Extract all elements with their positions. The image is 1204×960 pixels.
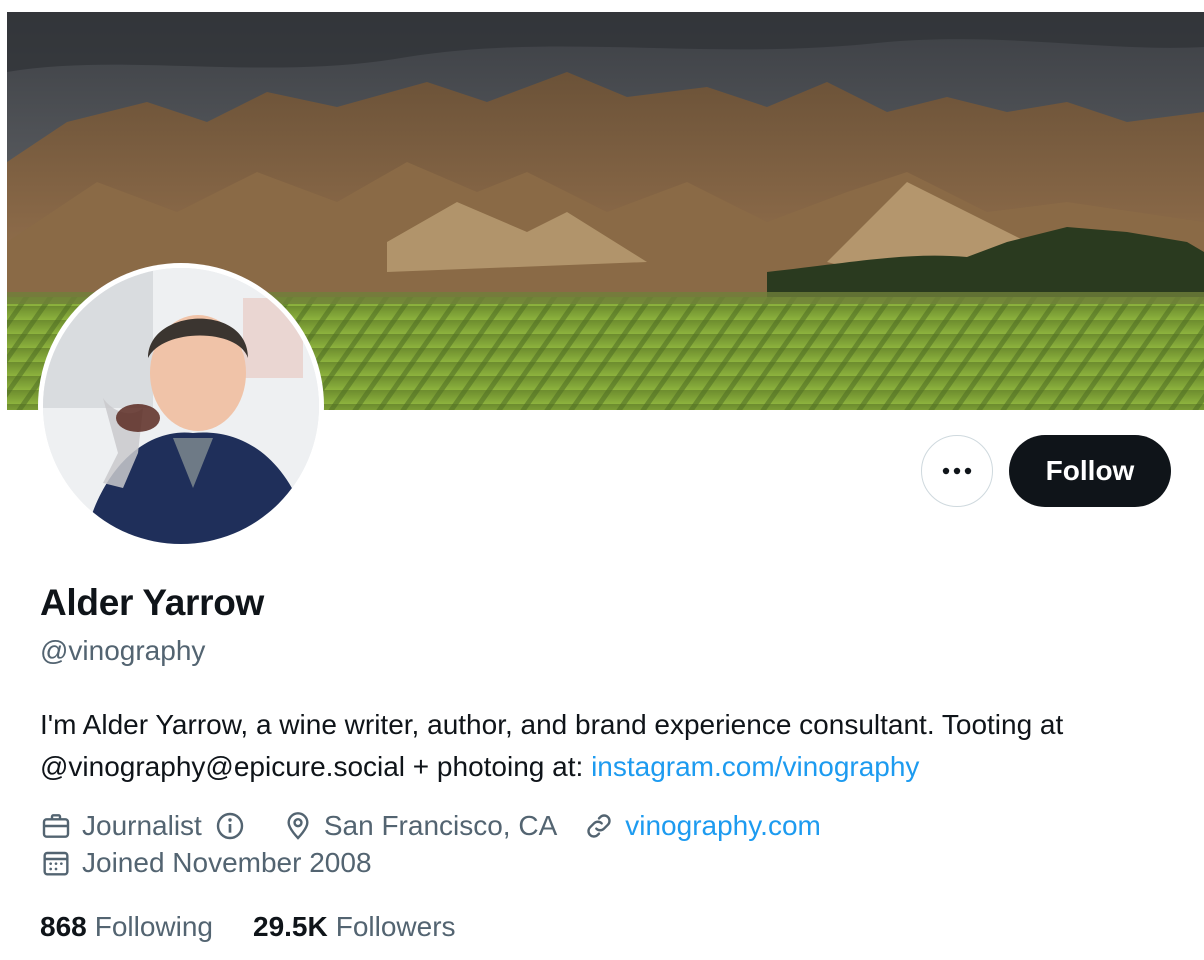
meta-category: Journalist bbox=[40, 810, 256, 842]
meta-joined: Joined November 2008 bbox=[40, 847, 372, 879]
followers-count: 29.5K bbox=[253, 911, 328, 942]
more-options-button[interactable] bbox=[921, 435, 993, 507]
user-handle: @vinography bbox=[40, 635, 206, 666]
more-horizontal-icon bbox=[942, 467, 972, 475]
following-link[interactable]: 868 Following bbox=[40, 911, 213, 943]
following-label: Following bbox=[94, 911, 213, 942]
link-icon bbox=[587, 814, 611, 838]
follow-button[interactable]: Follow bbox=[1009, 435, 1171, 507]
profile-bio: I'm Alder Yarrow, a wine writer, author,… bbox=[40, 704, 1170, 788]
info-icon[interactable] bbox=[214, 810, 246, 842]
location-pin-icon bbox=[287, 812, 309, 840]
meta-location: San Francisco, CA bbox=[282, 810, 557, 842]
following-count: 868 bbox=[40, 911, 87, 942]
location-label: San Francisco, CA bbox=[323, 810, 558, 841]
bio-instagram-link[interactable]: instagram.com/vinography bbox=[591, 751, 919, 782]
meta-website: vinography.com bbox=[583, 810, 821, 842]
briefcase-icon bbox=[42, 814, 70, 838]
display-name: Alder Yarrow bbox=[40, 582, 264, 623]
category-label: Journalist bbox=[82, 810, 202, 841]
profile-meta-joined: Joined November 2008 bbox=[40, 845, 398, 881]
followers-label: Followers bbox=[335, 911, 456, 942]
avatar-photo bbox=[43, 268, 319, 544]
calendar-icon bbox=[43, 851, 69, 876]
followers-link[interactable]: 29.5K Followers bbox=[253, 911, 456, 943]
joined-label: Joined November 2008 bbox=[82, 847, 372, 878]
website-link[interactable]: vinography.com bbox=[625, 810, 821, 842]
profile-avatar[interactable] bbox=[38, 263, 324, 549]
profile-stats: 868 Following 29.5K Followers bbox=[40, 908, 496, 946]
profile-meta: Journalist San Francisco, CA vinography.… bbox=[40, 808, 847, 844]
